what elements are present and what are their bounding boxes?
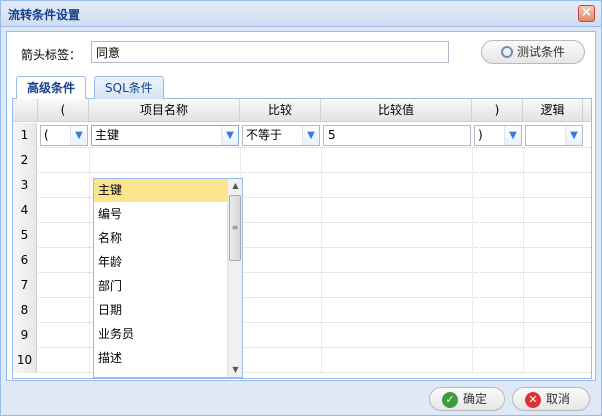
cancel-icon: ✕	[525, 391, 541, 408]
tab-bar: 高级条件 SQL条件	[12, 74, 592, 100]
row-number: 5	[13, 223, 37, 248]
title-bar: 流转条件设置 ×	[1, 1, 601, 27]
row-number: 8	[13, 298, 37, 323]
col-close-paren-header[interactable]: )	[472, 99, 523, 122]
compare-select[interactable]: 不等于 ▼	[242, 125, 320, 146]
compare-value: 不等于	[246, 128, 283, 142]
col-open-paren-header[interactable]: (	[38, 99, 89, 122]
checkmark-icon: ✓	[442, 391, 458, 408]
arrow-label: 箭头标签：	[21, 48, 82, 62]
chevron-down-icon[interactable]: ▼	[565, 126, 582, 145]
condition-grid: ( 项目名称 比较 比较值 ) 逻辑 1 ( ▼ 主键 ▼ 不等于 ▼ 5) …	[12, 99, 592, 379]
close-paren-value: )	[478, 128, 483, 142]
tab-sql[interactable]: SQL条件	[94, 76, 164, 99]
dialog-body: 箭头标签： 同意 测试条件 高级条件 SQL条件 ( 项目名称 比较 比较值 )…	[6, 31, 596, 381]
logic-select[interactable]: ▼	[525, 125, 583, 146]
field-select[interactable]: 主键 ▼	[91, 125, 239, 146]
rownum-header	[13, 99, 38, 122]
chevron-down-icon[interactable]: ▼	[70, 126, 87, 145]
condition-dialog: 流转条件设置 × 箭头标签： 同意 测试条件 高级条件 SQL条件 ( 项目名称…	[0, 0, 602, 416]
row-number: 9	[13, 323, 37, 348]
dropdown-item-primary-key[interactable]: 主键	[94, 179, 227, 202]
row-number: 2	[13, 148, 37, 173]
dropdown-item-age[interactable]: 年龄	[94, 251, 227, 274]
dropdown-scrollbar[interactable]: ▲ ≡ ▼	[227, 179, 242, 377]
scroll-down-icon[interactable]: ▼	[228, 363, 243, 377]
cancel-button[interactable]: ✕ 取消	[512, 387, 590, 411]
dropdown-item-name[interactable]: 名称	[94, 227, 227, 250]
tab-advanced[interactable]: 高级条件	[16, 76, 87, 100]
dropdown-item-description[interactable]: 描述	[94, 347, 227, 370]
row-number: 10	[13, 348, 37, 373]
chevron-down-icon[interactable]: ▼	[221, 126, 238, 145]
close-button[interactable]: ×	[578, 5, 595, 22]
row-number: 1	[13, 123, 37, 148]
table-row[interactable]: 2	[13, 148, 591, 173]
row-number: 7	[13, 273, 37, 298]
arrow-label-input[interactable]: 同意	[91, 41, 449, 63]
col-compare-header[interactable]: 比较	[240, 99, 321, 122]
cancel-label: 取消	[546, 392, 571, 406]
ok-button[interactable]: ✓ 确定	[429, 387, 505, 411]
ok-label: 确定	[463, 392, 488, 406]
chevron-down-icon[interactable]: ▼	[302, 126, 319, 145]
row-number: 4	[13, 198, 37, 223]
compare-value-input[interactable]: 5	[323, 125, 471, 146]
test-condition-label: 测试条件	[516, 45, 565, 59]
row-number: 6	[13, 248, 37, 273]
chevron-down-icon[interactable]: ▼	[504, 126, 521, 145]
close-paren-select[interactable]: ) ▼	[474, 125, 522, 146]
row-number: 3	[13, 173, 37, 198]
dropdown-item-department[interactable]: 部门	[94, 275, 227, 298]
field-dropdown-list: 主键 编号 名称 年龄 部门 日期 业务员 描述 ▲ ≡ ▼	[93, 178, 243, 378]
scroll-thumb[interactable]: ≡	[229, 195, 241, 261]
dialog-title: 流转条件设置	[8, 8, 81, 22]
col-logic-header[interactable]: 逻辑	[523, 99, 583, 122]
dropdown-item-salesman[interactable]: 业务员	[94, 323, 227, 346]
col-value-header[interactable]: 比较值	[321, 99, 472, 122]
field-value: 主键	[95, 128, 120, 142]
col-field-header[interactable]: 项目名称	[89, 99, 240, 122]
open-paren-value: (	[44, 128, 49, 142]
open-paren-select[interactable]: ( ▼	[40, 125, 88, 146]
table-row: 1 ( ▼ 主键 ▼ 不等于 ▼ 5 ) ▼ ▼	[13, 123, 591, 148]
test-condition-button[interactable]: 测试条件	[481, 40, 585, 64]
dropdown-item-code[interactable]: 编号	[94, 203, 227, 226]
scroll-up-icon[interactable]: ▲	[228, 179, 243, 193]
close-icon: ×	[581, 5, 592, 20]
grid-header: ( 项目名称 比较 比较值 ) 逻辑	[13, 99, 591, 122]
search-icon	[500, 46, 513, 58]
dropdown-item-date[interactable]: 日期	[94, 299, 227, 322]
